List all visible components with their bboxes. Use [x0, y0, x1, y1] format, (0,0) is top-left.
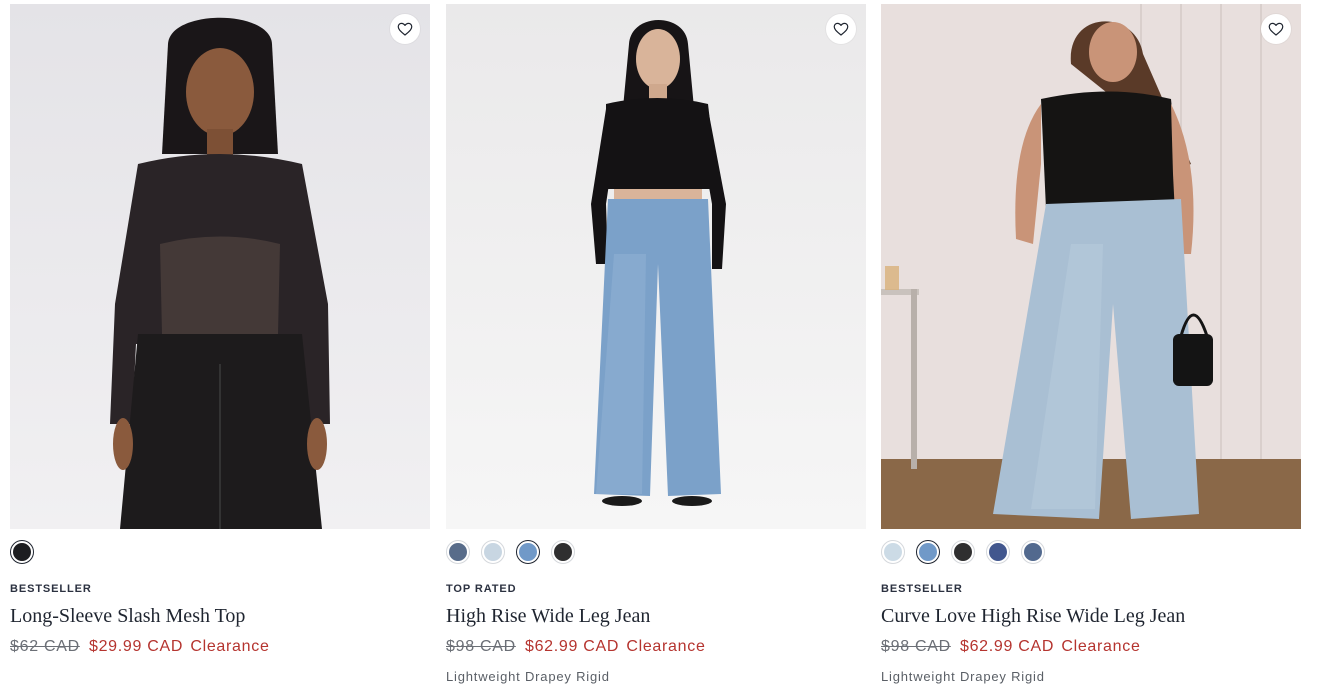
fit-description — [10, 669, 430, 685]
product-image[interactable] — [881, 4, 1301, 529]
original-price: $62 CAD — [10, 638, 80, 655]
product-price: $98 CAD $62.99 CAD Clearance — [881, 637, 1301, 657]
product-photo-wide-leg-jean — [446, 4, 866, 529]
fit-description: Lightweight Drapey Rigid — [881, 669, 1045, 684]
add-to-wishlist-button[interactable] — [1261, 14, 1291, 44]
heart-icon — [397, 22, 413, 36]
clearance-label: Clearance — [626, 638, 706, 655]
color-swatch[interactable] — [916, 540, 940, 564]
fit-description: Lightweight Drapey Rigid — [446, 669, 610, 684]
product-name-link[interactable]: Long-Sleeve Slash Mesh Top — [10, 603, 430, 629]
sale-price: $62.99 CAD — [959, 638, 1055, 655]
product-price: $98 CAD $62.99 CAD Clearance — [446, 637, 866, 657]
original-price: $98 CAD — [446, 638, 516, 655]
original-price: $98 CAD — [881, 638, 951, 655]
product-image[interactable] — [446, 4, 866, 529]
color-swatch[interactable] — [481, 540, 505, 564]
heart-icon — [1268, 22, 1284, 36]
color-swatch[interactable] — [881, 540, 905, 564]
product-badge: TOP RATED — [446, 583, 517, 595]
product-name-link[interactable]: Curve Love High Rise Wide Leg Jean — [881, 603, 1301, 629]
sale-price: $62.99 CAD — [524, 638, 620, 655]
add-to-wishlist-button[interactable] — [390, 14, 420, 44]
clearance-label: Clearance — [190, 638, 270, 655]
color-swatch[interactable] — [551, 540, 575, 564]
product-card: BESTSELLER Long-Sleeve Slash Mesh Top $6… — [10, 4, 430, 685]
clearance-label: Clearance — [1061, 638, 1141, 655]
color-swatch[interactable] — [446, 540, 470, 564]
color-swatch[interactable] — [951, 540, 975, 564]
color-swatch[interactable] — [516, 540, 540, 564]
color-swatch[interactable] — [1021, 540, 1045, 564]
product-card: BESTSELLER Curve Love High Rise Wide Leg… — [881, 4, 1301, 685]
heart-icon — [833, 22, 849, 36]
product-image[interactable] — [10, 4, 430, 529]
color-swatch[interactable] — [10, 540, 34, 564]
add-to-wishlist-button[interactable] — [826, 14, 856, 44]
product-price: $62 CAD $29.99 CAD Clearance — [10, 637, 430, 657]
product-badge: BESTSELLER — [881, 583, 963, 595]
product-photo-mesh-top — [10, 4, 430, 529]
product-photo-curve-love-jean — [881, 4, 1301, 529]
color-swatches — [446, 540, 866, 564]
product-badge: BESTSELLER — [10, 583, 92, 595]
color-swatches — [10, 540, 430, 564]
product-card: TOP RATED High Rise Wide Leg Jean $98 CA… — [446, 4, 866, 685]
color-swatches — [881, 540, 1301, 564]
product-name-link[interactable]: High Rise Wide Leg Jean — [446, 603, 866, 629]
sale-price: $29.99 CAD — [88, 638, 184, 655]
color-swatch[interactable] — [986, 540, 1010, 564]
product-grid: BESTSELLER Long-Sleeve Slash Mesh Top $6… — [0, 0, 1326, 699]
